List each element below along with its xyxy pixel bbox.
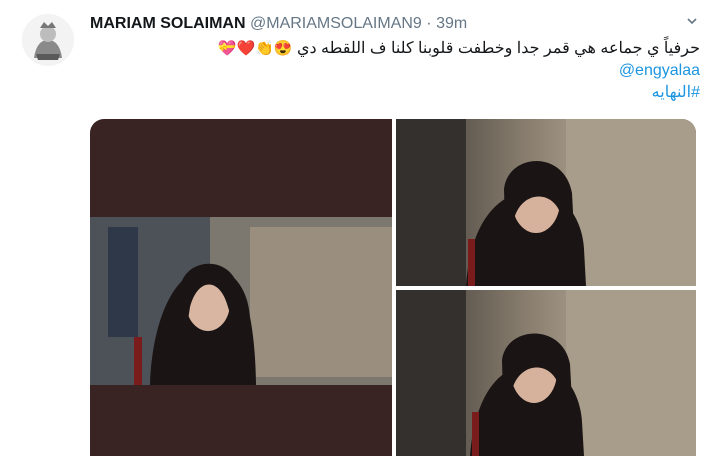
timestamp[interactable]: 39m (436, 15, 467, 32)
photo-1[interactable] (90, 119, 392, 456)
photo-1-still (90, 217, 392, 385)
tweet-emojis: 😍👏❤️💝 (217, 40, 293, 57)
tweet-text: حرفياً ي جماعه هي قمر جدا وخطفت قلوبنا ك… (218, 38, 700, 104)
avatar[interactable] (22, 14, 74, 66)
avatar-illustration (22, 14, 74, 66)
author-name[interactable]: MARIAM SOLAIMAN (90, 15, 246, 32)
photo-1-scene (90, 217, 392, 385)
photo-3[interactable] (396, 290, 696, 456)
chevron-down-icon[interactable] (682, 12, 702, 32)
mention-link[interactable]: @engyalaa (218, 60, 700, 82)
photo-3-scene (396, 290, 696, 456)
media-grid (90, 119, 696, 456)
author-handle[interactable]: @MARIAMSOLAIMAN9 (250, 15, 422, 32)
hashtag-link[interactable]: #النهايه (218, 82, 700, 104)
tweet-header: MARIAM SOLAIMAN @MARIAMSOLAIMAN9 · 39m (90, 14, 467, 34)
photo-2-scene (396, 119, 696, 286)
tweet-text-line: حرفياً ي جماعه هي قمر جدا وخطفت قلوبنا ك… (296, 40, 700, 57)
photo-2[interactable] (396, 119, 696, 286)
separator-dot: · (426, 15, 432, 32)
